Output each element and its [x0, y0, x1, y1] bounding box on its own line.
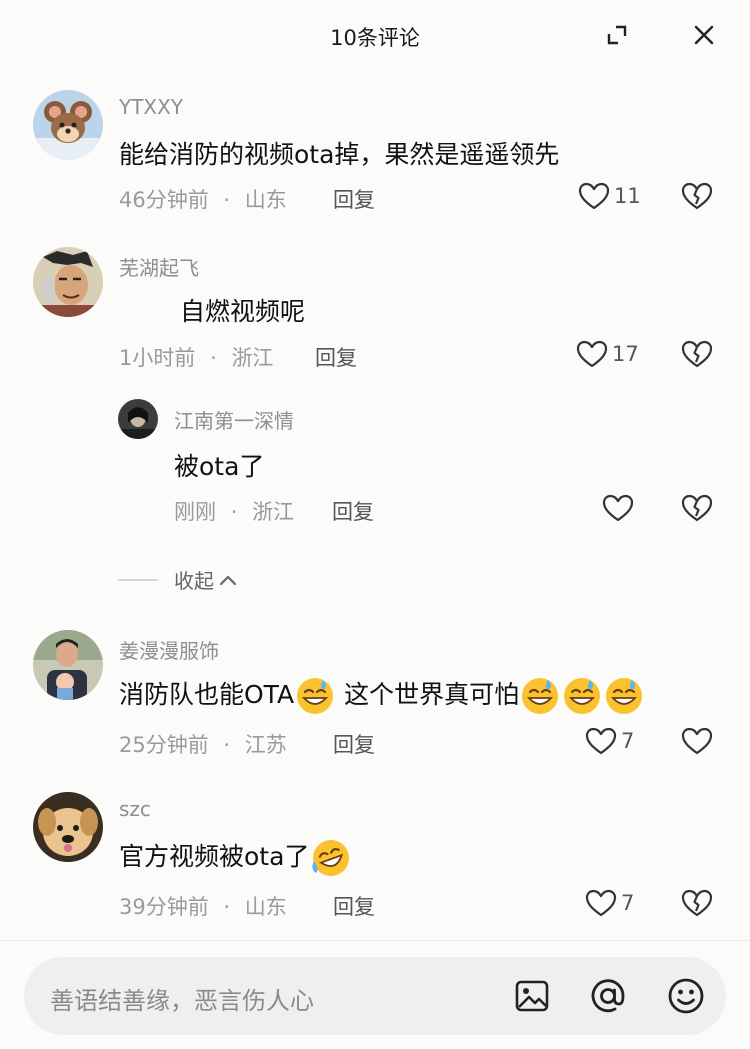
comment-input-placeholder[interactable]: 善语结善缘，恶言伤人心 — [50, 981, 314, 1016]
dislike-button[interactable] — [681, 493, 713, 527]
reply-button[interactable]: 回复 — [333, 729, 375, 759]
like-count: 7 — [621, 891, 635, 915]
heart-icon — [578, 182, 610, 210]
image-icon[interactable] — [512, 976, 552, 1016]
meta-separator: · — [230, 500, 238, 524]
comment-text-part: 这个世界真可怕 — [336, 680, 520, 709]
comment-location: 山东 — [244, 895, 287, 919]
avatar[interactable] — [33, 792, 103, 862]
reply-button[interactable]: 回复 — [333, 184, 375, 214]
comment-text: 官方视频被ota了 — [119, 837, 353, 879]
broken-heart-icon — [681, 889, 713, 917]
collapse-label: 收起 — [174, 569, 214, 593]
broken-heart-icon — [681, 182, 713, 210]
comment-meta: 39分钟前 · 山东 — [119, 891, 287, 921]
like-button[interactable]: 11 — [578, 181, 641, 211]
expand-icon[interactable] — [604, 22, 630, 48]
dislike-button[interactable] — [681, 339, 713, 373]
comment-time: 39分钟前 — [119, 895, 209, 919]
comment-time: 刚刚 — [174, 500, 216, 524]
broken-heart-icon — [681, 494, 713, 522]
comment-meta: 46分钟前 · 山东 — [119, 184, 287, 214]
like-button[interactable]: 17 — [576, 339, 639, 369]
like-button[interactable]: 7 — [585, 888, 634, 918]
broken-heart-icon — [681, 340, 713, 368]
dislike-button[interactable] — [681, 181, 713, 215]
like-count: 17 — [612, 342, 639, 366]
comment-location: 浙江 — [231, 346, 274, 370]
meta-separator: · — [223, 188, 231, 212]
meta-separator: · — [223, 733, 231, 757]
rofl-emoji — [312, 840, 350, 876]
heart-icon — [681, 727, 713, 755]
grin-sweat-emoji — [606, 678, 643, 714]
at-icon[interactable] — [588, 976, 628, 1016]
reply-button[interactable]: 回复 — [333, 891, 375, 921]
username[interactable]: YTXXY — [119, 95, 183, 119]
avatar[interactable] — [33, 630, 103, 700]
comment-input-bar[interactable]: 善语结善缘，恶言伤人心 — [24, 957, 726, 1035]
comment-meta: 刚刚 · 浙江 — [174, 496, 294, 526]
input-divider — [0, 940, 750, 941]
heart-icon — [602, 494, 634, 522]
comment-text-part: 官方视频被ota了 — [119, 842, 310, 871]
chevron-up-icon — [219, 575, 237, 585]
avatar[interactable] — [33, 90, 103, 160]
comment-meta: 25分钟前 · 江苏 — [119, 729, 287, 759]
like-button[interactable] — [602, 493, 634, 523]
heart-icon — [576, 340, 608, 368]
close-icon[interactable] — [690, 21, 718, 49]
like-count: 11 — [614, 184, 641, 208]
collapse-divider-line — [118, 578, 158, 581]
reply-button[interactable]: 回复 — [315, 342, 357, 372]
reply-button[interactable]: 回复 — [332, 496, 374, 526]
dislike-button[interactable] — [681, 888, 713, 922]
meta-separator: · — [210, 346, 217, 370]
comment-text: 消防队也能OTA 这个世界真可怕 — [119, 675, 645, 716]
comment-text: 能给消防的视频ota掉，果然是遥遥领先 — [119, 140, 560, 169]
grin-sweat-emoji — [564, 678, 601, 714]
like-button[interactable]: 7 — [585, 726, 634, 756]
comment-location: 浙江 — [252, 500, 295, 524]
username[interactable]: 姜漫漫服饰 — [119, 635, 219, 664]
username[interactable]: szc — [119, 797, 151, 821]
meta-separator: · — [223, 895, 231, 919]
comment-text-part: 消防队也能OTA — [119, 680, 295, 709]
heart-icon — [585, 889, 617, 917]
comment-location: 山东 — [244, 188, 287, 212]
comment-time: 25分钟前 — [119, 733, 209, 757]
avatar[interactable] — [118, 399, 158, 439]
comment-meta: 1小时前 · 浙江 — [119, 342, 273, 372]
comment-text: 自燃视频呢 — [180, 297, 306, 326]
comments-header: 10条评论 — [0, 0, 750, 78]
avatar[interactable] — [33, 247, 103, 317]
heart-icon — [585, 727, 617, 755]
comment-text: 被ota了 — [174, 452, 265, 481]
comment-location: 江苏 — [244, 733, 287, 757]
dislike-button[interactable] — [681, 726, 713, 760]
comment-time: 46分钟前 — [119, 188, 209, 212]
comments-title: 10条评论 — [330, 26, 420, 50]
like-count: 7 — [621, 729, 635, 753]
comment-time: 1小时前 — [119, 346, 196, 370]
grin-sweat-emoji — [522, 678, 559, 714]
grin-sweat-emoji — [297, 678, 334, 714]
smiley-icon[interactable] — [666, 976, 706, 1016]
collapse-replies-button[interactable]: 收起 — [118, 565, 238, 594]
username[interactable]: 江南第一深情 — [174, 405, 294, 434]
username[interactable]: 芜湖起飞 — [119, 252, 199, 281]
